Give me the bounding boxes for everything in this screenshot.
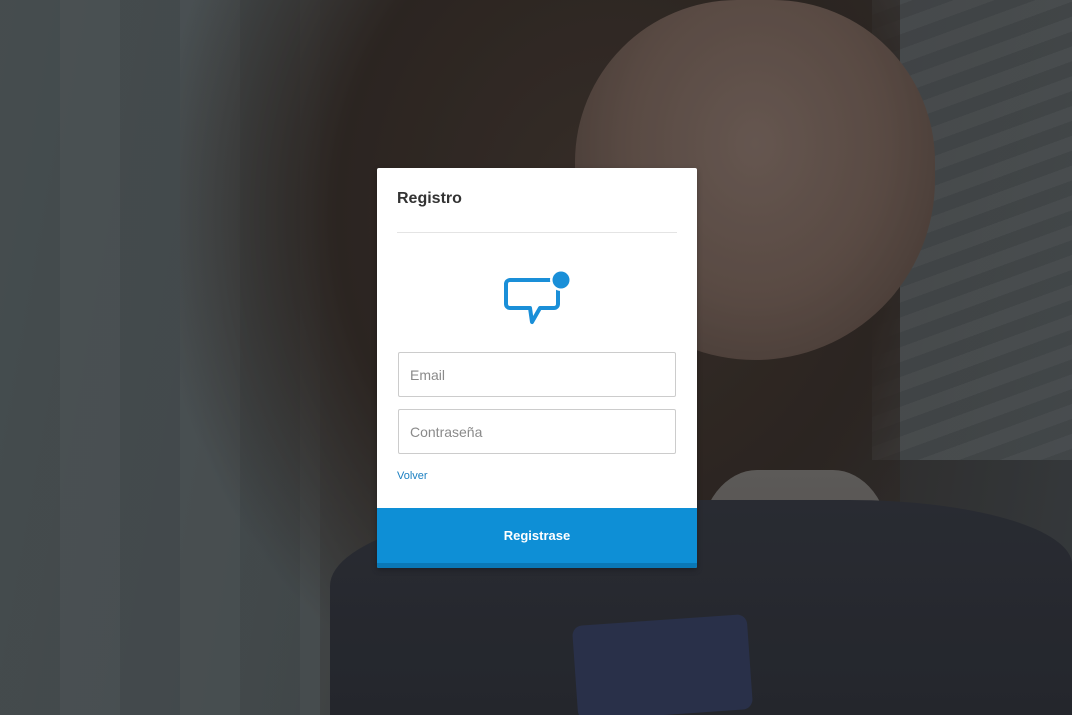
title-divider [397,232,677,233]
back-link[interactable]: Volver [397,470,428,482]
password-field[interactable] [398,409,676,454]
card-title: Registro [397,190,462,207]
register-card: Registro Volver Registrase [377,168,697,568]
register-button[interactable]: Registrase [377,508,697,568]
chat-bubble-notification-icon [502,268,574,328]
email-field[interactable] [398,352,676,397]
